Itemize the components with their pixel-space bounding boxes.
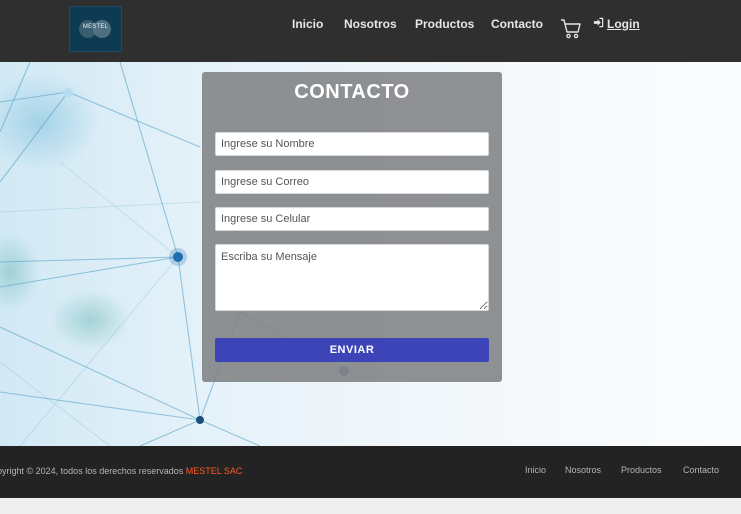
brand-name: MESTEL SAC [185,466,243,476]
logo-mark: MESTEL [78,20,113,38]
footer-link-contacto[interactable]: Contacto [683,465,719,475]
nav-link-inicio[interactable]: Inicio [292,17,323,31]
message-textarea[interactable] [215,244,489,311]
nav-link-contacto[interactable]: Contacto [491,17,543,31]
copyright-prefix: opyright © 2024, todos los derechos rese… [0,466,186,476]
nav-link-nosotros[interactable]: Nosotros [344,17,397,31]
login-link[interactable]: Login [593,17,640,31]
phone-input[interactable] [215,207,489,231]
cart-icon[interactable] [559,16,583,40]
logo[interactable]: MESTEL [69,6,122,52]
name-input[interactable] [215,132,489,156]
footer: opyright © 2024, todos los derechos rese… [0,446,741,498]
copyright-text: opyright © 2024, todos los derechos rese… [0,466,242,476]
contact-title: CONTACTO [294,81,410,103]
footer-link-inicio[interactable]: Inicio [525,465,546,475]
send-button[interactable]: ENVIAR [215,338,489,362]
sign-in-icon [593,17,604,31]
footer-link-productos[interactable]: Productos [621,465,662,475]
top-navbar: MESTEL Inicio Nosotros Productos Contact… [0,0,741,62]
nav-link-productos[interactable]: Productos [415,17,474,31]
footer-link-nosotros[interactable]: Nosotros [565,465,601,475]
login-label: Login [607,17,640,31]
email-input[interactable] [215,170,489,194]
logo-text: MESTEL [82,24,109,30]
